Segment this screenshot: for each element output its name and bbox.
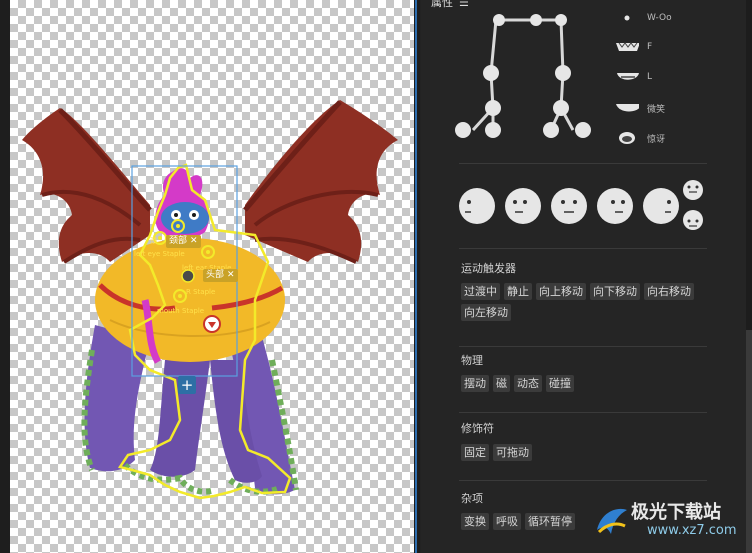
divider <box>459 412 707 413</box>
mouth-shape-f[interactable]: F <box>615 40 652 54</box>
tag-neck-label: 颈部 <box>169 236 188 246</box>
modifier-draggable[interactable]: 可拖动 <box>493 444 532 461</box>
mouth-w-oo-icon <box>615 11 639 25</box>
misc-transform[interactable]: 变换 <box>461 513 489 530</box>
mouth-label: 微笑 <box>647 104 666 115</box>
tag-head[interactable]: 头部 ✕ <box>203 269 238 282</box>
motion-trigger-list: 过渡中 静止 向上移动 向下移动 向右移动 向左移动 <box>461 283 711 321</box>
canvas-divider[interactable] <box>415 0 417 553</box>
close-icon[interactable]: ✕ <box>190 235 198 248</box>
mouth-smile-icon <box>615 101 639 115</box>
head-view-left-quarter[interactable] <box>505 188 541 224</box>
staple-label-left-eye: left eye Staple <box>134 250 185 258</box>
mouth-shape-surprised[interactable]: 惊讶 <box>615 131 665 145</box>
trigger-move-up[interactable]: 向上移动 <box>536 283 586 300</box>
mouth-label: F <box>647 42 653 52</box>
trigger-still[interactable]: 静止 <box>504 283 532 300</box>
tag-head-label: 头部 <box>206 270 225 280</box>
head-view-right-profile[interactable] <box>643 188 679 224</box>
head-view-down[interactable] <box>683 210 703 230</box>
mouth-label: 惊讶 <box>647 134 666 145</box>
watermark-url: www.xz7.com <box>647 523 737 538</box>
arm-rig-diagram[interactable] <box>451 8 601 143</box>
section-title-physics: 物理 <box>461 354 483 367</box>
misc-cycle-pause[interactable]: 循环暂停 <box>525 513 575 530</box>
right-wing[interactable] <box>243 100 398 264</box>
modifier-list: 固定 可拖动 <box>461 444 711 461</box>
section-title-misc: 杂项 <box>461 492 483 505</box>
tag-neck[interactable]: 颈部 ✕ <box>166 235 201 248</box>
mouth-shape-w-oo[interactable]: W-Oo <box>615 11 672 25</box>
mouth-shape-smile[interactable]: 微笑 <box>615 101 665 115</box>
trigger-move-right[interactable]: 向右移动 <box>644 283 694 300</box>
head-view-up[interactable] <box>683 180 703 200</box>
head-views[interactable] <box>457 180 707 236</box>
canvas-area[interactable]: left eye Staple left ear Staple mouth St… <box>0 0 420 553</box>
modifier-fixed[interactable]: 固定 <box>461 444 489 461</box>
section-title-modifiers: 修饰符 <box>461 422 494 435</box>
panel-title: 属性 <box>431 0 453 9</box>
staple-label-right: R Staple <box>186 288 215 296</box>
rotate-handle[interactable] <box>203 315 221 333</box>
mouth-l-icon <box>615 70 639 84</box>
trigger-move-left[interactable]: 向左移动 <box>461 304 511 321</box>
properties-panel: 属性 ☰ W-Oo F L 微笑 惊讶 运动触发器 过渡中 静止 向上移动 向下… <box>421 0 746 553</box>
section-title-motion-triggers: 运动触发器 <box>461 262 516 275</box>
head-view-right-quarter[interactable] <box>597 188 633 224</box>
head-view-front[interactable] <box>551 188 587 224</box>
left-wing[interactable] <box>22 108 152 264</box>
add-staple-button[interactable]: + <box>178 376 196 394</box>
physics-swing[interactable]: 摆动 <box>461 375 489 392</box>
watermark-brand: 极光下载站 <box>631 502 721 523</box>
mouth-f-icon <box>615 40 639 54</box>
physics-list: 摆动 磁 动态 碰撞 <box>461 375 711 392</box>
divider <box>459 346 707 347</box>
trigger-move-down[interactable]: 向下移动 <box>590 283 640 300</box>
mouth-label: L <box>647 72 653 82</box>
close-icon[interactable]: ✕ <box>227 269 235 282</box>
trigger-transitioning[interactable]: 过渡中 <box>461 283 500 300</box>
head-view-left-profile[interactable] <box>459 188 495 224</box>
physics-magnet[interactable]: 磁 <box>493 375 510 392</box>
misc-breathe[interactable]: 呼吸 <box>493 513 521 530</box>
watermark: 极光下载站 www.xz7.com <box>591 496 751 546</box>
mouth-surprised-icon <box>615 131 639 145</box>
mouth-shape-l[interactable]: L <box>615 70 652 84</box>
divider <box>459 163 707 164</box>
physics-collide[interactable]: 碰撞 <box>546 375 574 392</box>
staple-label-mouth: mouth Staple <box>157 307 204 315</box>
mouth-label: W-Oo <box>647 13 672 23</box>
physics-dynamic[interactable]: 动态 <box>514 375 542 392</box>
staple-label-brow: 颈 <box>150 237 157 245</box>
divider <box>459 248 707 249</box>
torso[interactable] <box>95 238 285 362</box>
watermark-logo-icon <box>597 508 627 534</box>
divider <box>459 480 707 481</box>
